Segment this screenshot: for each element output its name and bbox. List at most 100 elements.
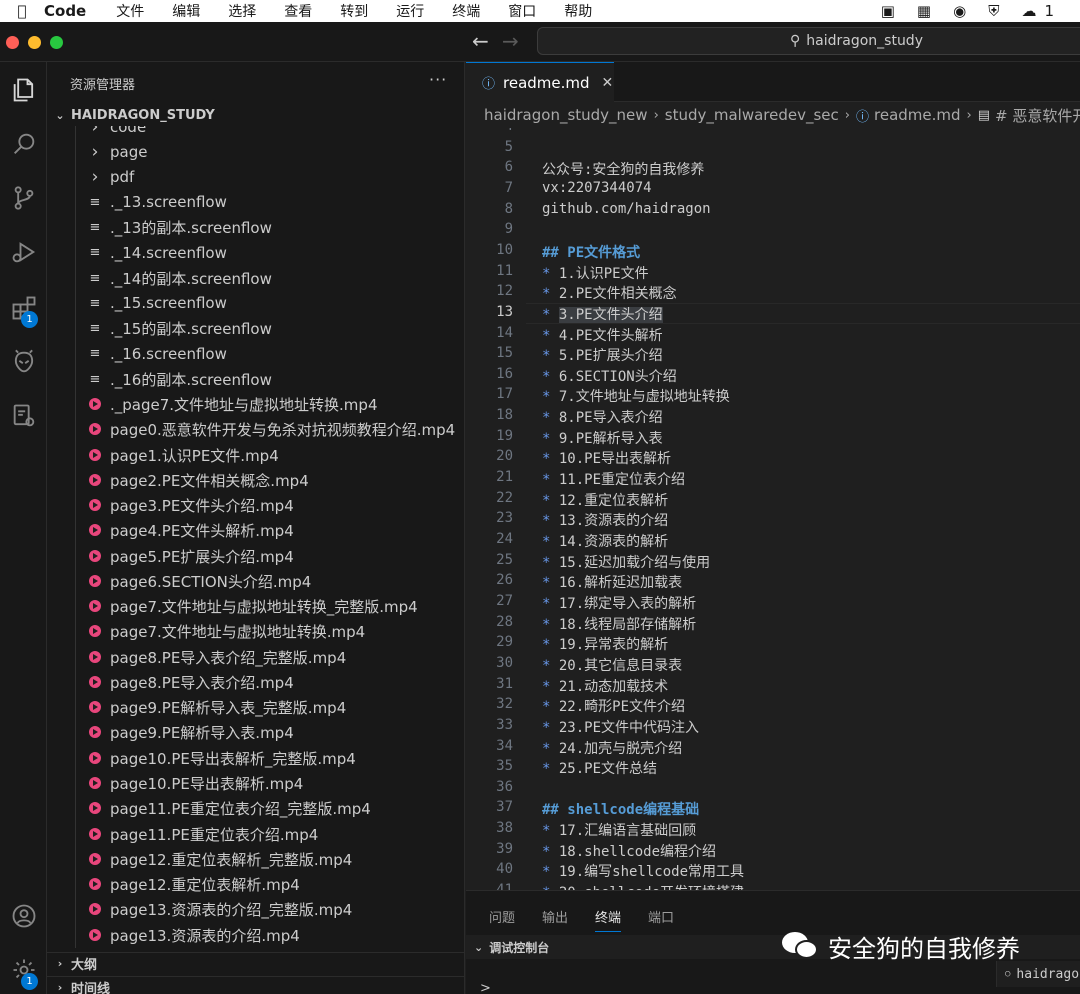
- tree-file-item[interactable]: ≡ ._13.screenflow: [47, 190, 465, 215]
- menu-file[interactable]: 文件: [116, 1, 144, 21]
- search-view-icon[interactable]: [0, 120, 47, 168]
- tree-file-item[interactable]: page12.重定位表解析_完整版.mp4: [47, 847, 465, 872]
- video-file-icon: [87, 599, 103, 614]
- list-item-text: 10.PE导出表解析: [558, 451, 672, 468]
- wechat-icon[interactable]: ☁: [1021, 2, 1036, 20]
- breadcrumb-folder-1[interactable]: haidragon_study_new: [484, 106, 648, 124]
- accounts-icon[interactable]: [0, 892, 47, 940]
- terminal-list-item[interactable]: ○ haidragon: [996, 961, 1080, 987]
- tree-file-item[interactable]: ≡ ._16.screenflow: [47, 341, 465, 366]
- tree-file-item[interactable]: page9.PE解析导入表.mp4: [47, 720, 465, 745]
- tree-file-item[interactable]: page11.PE重定位表介绍_完整版.mp4: [47, 796, 465, 821]
- video-file-icon: [87, 574, 103, 589]
- forward-arrow-icon[interactable]: →: [502, 29, 519, 53]
- chevron-right-icon: ›: [91, 126, 99, 137]
- breadcrumb-file[interactable]: readme.md: [874, 106, 961, 124]
- tree-file-item[interactable]: ≡ ._14.screenflow: [47, 240, 465, 265]
- tree-folder-item[interactable]: › code: [47, 126, 465, 139]
- tree-file-item[interactable]: page5.PE扩展头介绍.mp4: [47, 544, 465, 569]
- code-editor[interactable]: 4 5 6 公众号:安全狗的自我修养 7 vx:2207344074 8 github.com…: [466, 128, 1080, 890]
- close-window-button[interactable]: [6, 36, 19, 49]
- menu-edit[interactable]: 编辑: [172, 1, 200, 21]
- tree-file-item[interactable]: ≡ ._16的副本.screenflow: [47, 367, 465, 392]
- remote-explorer-icon[interactable]: [0, 392, 47, 440]
- tree-file-item[interactable]: ≡ ._15的副本.screenflow: [47, 316, 465, 341]
- tree-file-item[interactable]: page7.文件地址与虚拟地址转换.mp4: [47, 619, 465, 644]
- list-item-text: 1.认识PE文件: [558, 265, 649, 282]
- info-icon: ⓘ: [856, 109, 870, 125]
- tree-file-item[interactable]: page13.资源表的介绍_完整版.mp4: [47, 897, 465, 922]
- shield-icon[interactable]: ⛨: [988, 2, 999, 20]
- tree-item-label: page7.文件地址与虚拟地址转换.mp4: [110, 623, 366, 642]
- menu-terminal[interactable]: 终端: [452, 1, 480, 21]
- source-control-icon[interactable]: [0, 174, 47, 222]
- search-icon: ⚲: [790, 33, 801, 49]
- tree-file-item[interactable]: page8.PE导入表介绍.mp4: [47, 670, 465, 695]
- markdown-list-item: * 23.PE文件中代码注入: [542, 717, 699, 737]
- app-menu[interactable]: Code: [44, 2, 86, 20]
- tree-file-item[interactable]: page8.PE导入表介绍_完整版.mp4: [47, 645, 465, 670]
- tree-file-item[interactable]: page1.认识PE文件.mp4: [47, 443, 465, 468]
- list-bullet: *: [542, 575, 559, 592]
- more-actions-button[interactable]: ···: [429, 70, 447, 89]
- list-item-text: 13.资源表的介绍: [558, 513, 669, 530]
- close-icon[interactable]: ✕: [602, 75, 614, 91]
- outline-section[interactable]: › 大纲: [47, 952, 465, 974]
- tree-item-label: page13.资源表的介绍.mp4: [110, 926, 300, 945]
- explorer-icon[interactable]: [0, 66, 47, 114]
- camera-icon[interactable]: ▣: [881, 2, 895, 20]
- tree-file-item[interactable]: page6.SECTION头介绍.mp4: [47, 569, 465, 594]
- video-file-icon: [87, 624, 103, 639]
- menu-window[interactable]: 窗口: [508, 1, 536, 21]
- tree-file-item[interactable]: ≡ ._15.screenflow: [47, 291, 465, 316]
- tree-file-item[interactable]: page9.PE解析导入表_完整版.mp4: [47, 695, 465, 720]
- tree-folder-item[interactable]: › page: [47, 139, 465, 164]
- tree-file-item[interactable]: page11.PE重定位表介绍.mp4: [47, 822, 465, 847]
- panel-tab-terminal[interactable]: 终端: [595, 907, 622, 932]
- tree-file-item[interactable]: page7.文件地址与虚拟地址转换_完整版.mp4: [47, 594, 465, 619]
- minimize-window-button[interactable]: [28, 36, 41, 49]
- command-center-search[interactable]: ⚲ haidragon_study: [537, 27, 1080, 55]
- globe-icon[interactable]: ◉: [953, 2, 966, 20]
- wps-icon[interactable]: ▦: [917, 2, 931, 20]
- file-tree: › code › page › pdf ≡ ._13.screenflow ≡ ._13的副本.s…: [47, 126, 465, 948]
- tree-file-item[interactable]: page3.PE文件头介绍.mp4: [47, 493, 465, 518]
- workspace-root-folder[interactable]: ⌄ HAIDRAGON_STUDY: [47, 104, 465, 126]
- line-number: 19: [496, 427, 513, 444]
- wechat-watermark: 安全狗的自我修养: [782, 928, 1020, 964]
- terminal-status-icon: ○: [1005, 969, 1011, 979]
- panel-tab-problems[interactable]: 问题: [489, 907, 515, 926]
- line-number: 30: [496, 654, 513, 671]
- tab-readme[interactable]: ⓘ readme.md ✕: [466, 62, 614, 102]
- run-debug-icon[interactable]: [0, 228, 47, 276]
- tree-file-item[interactable]: page12.重定位表解析.mp4: [47, 872, 465, 897]
- breadcrumb-symbol[interactable]: # 恶意软件开发: [995, 105, 1080, 126]
- breadcrumb-folder-2[interactable]: study_malwaredev_sec: [665, 106, 839, 124]
- panel-tab-ports[interactable]: 端口: [648, 907, 674, 926]
- line-number: 21: [496, 469, 513, 486]
- tree-file-item[interactable]: ._page7.文件地址与虚拟地址转换.mp4: [47, 392, 465, 417]
- tree-file-item[interactable]: page10.PE导出表解析.mp4: [47, 771, 465, 796]
- menu-selection[interactable]: 选择: [228, 1, 256, 21]
- tree-file-item[interactable]: page10.PE导出表解析_完整版.mp4: [47, 746, 465, 771]
- tree-file-item[interactable]: page4.PE文件头解析.mp4: [47, 518, 465, 543]
- panel-tab-output[interactable]: 输出: [542, 907, 568, 926]
- timeline-section[interactable]: › 时间线: [47, 976, 465, 994]
- zoom-window-button[interactable]: [50, 36, 63, 49]
- apple-icon[interactable]: : [0, 2, 44, 20]
- tree-file-item[interactable]: page2.PE文件相关概念.mp4: [47, 468, 465, 493]
- tree-file-item[interactable]: ≡ ._14的副本.screenflow: [47, 266, 465, 291]
- tree-file-item[interactable]: page13.资源表的介绍.mp4: [47, 923, 465, 948]
- tree-folder-item[interactable]: › pdf: [47, 165, 465, 190]
- menu-run[interactable]: 运行: [396, 1, 424, 21]
- tree-file-item[interactable]: ≡ ._13的副本.screenflow: [47, 215, 465, 240]
- menu-view[interactable]: 查看: [284, 1, 312, 21]
- line-number: 9: [504, 221, 513, 238]
- menu-go[interactable]: 转到: [340, 1, 368, 21]
- back-arrow-icon[interactable]: ←: [472, 29, 489, 53]
- manage-gear-icon[interactable]: 1: [0, 946, 47, 994]
- tree-file-item[interactable]: page0.恶意软件开发与免杀对抗视频教程介绍.mp4: [47, 417, 465, 442]
- alien-extension-icon[interactable]: [0, 338, 47, 386]
- menu-help[interactable]: 帮助: [564, 1, 592, 21]
- extensions-icon[interactable]: 1: [0, 284, 47, 332]
